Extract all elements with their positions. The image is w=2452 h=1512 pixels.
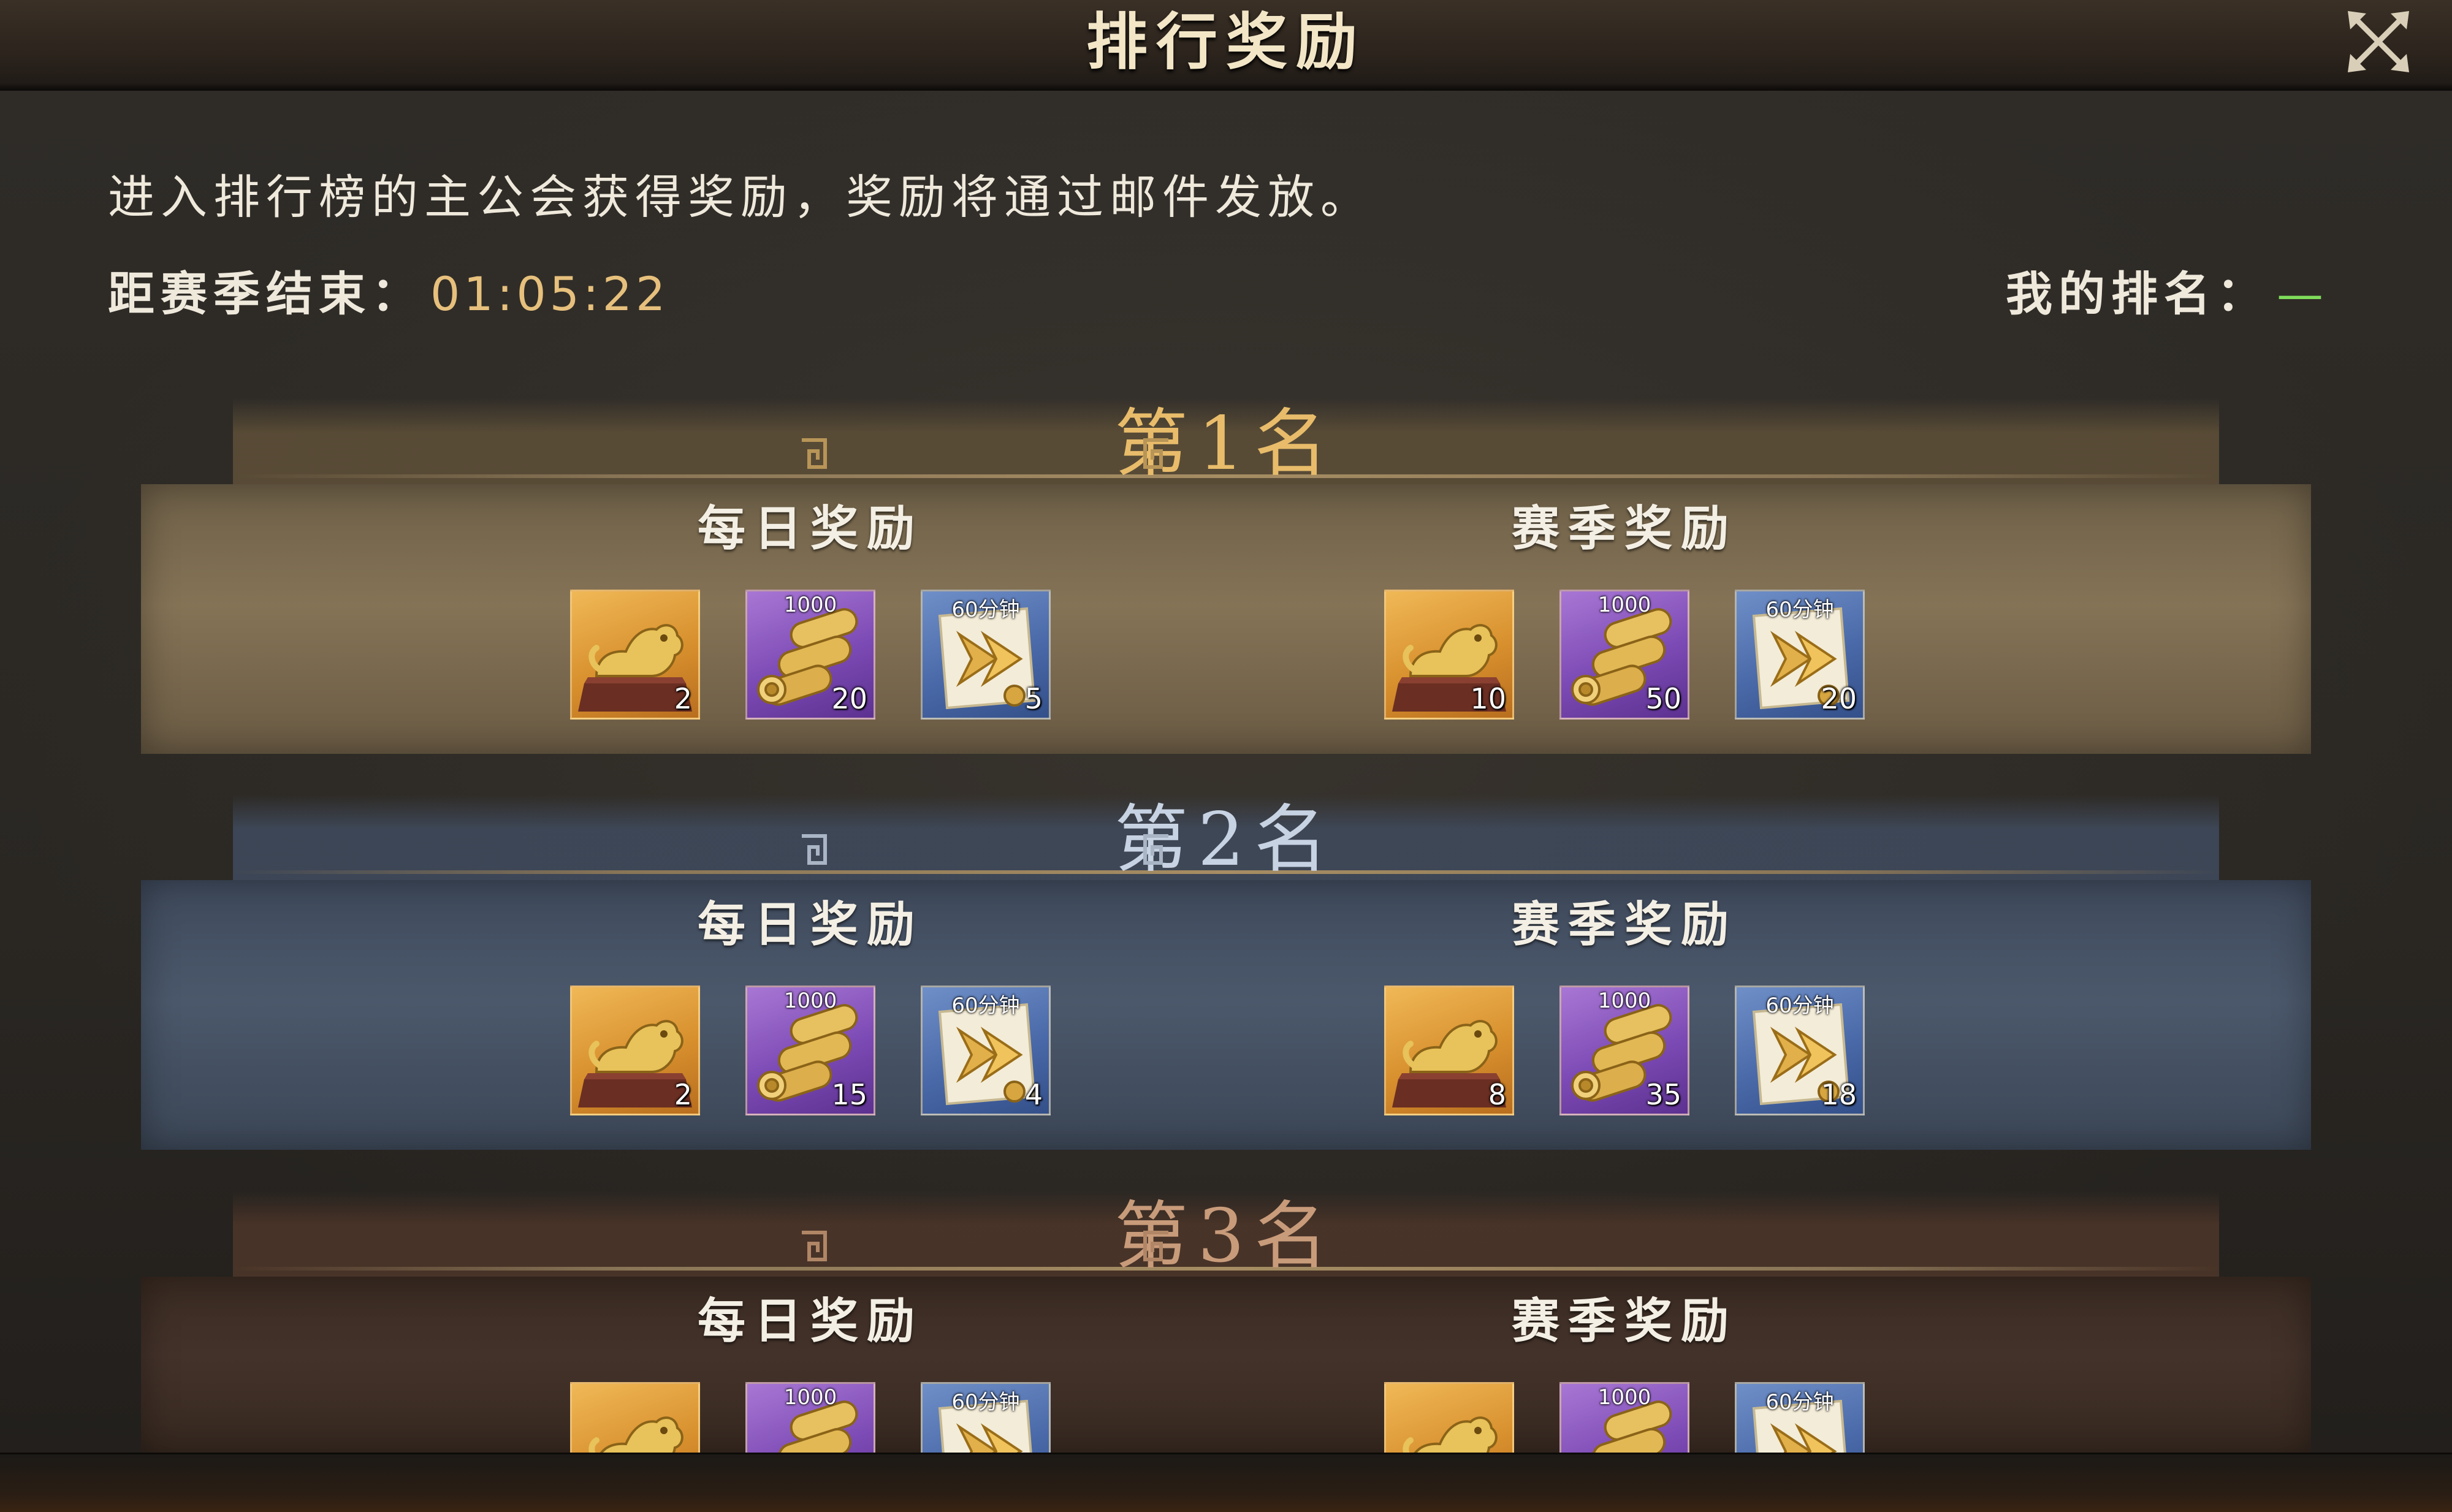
rank-header-3: 第3名 bbox=[233, 1191, 2219, 1279]
item-quantity: 4 bbox=[1024, 1078, 1043, 1111]
item-quantity: 20 bbox=[1821, 682, 1857, 715]
item-quantity: 8 bbox=[1488, 1078, 1506, 1111]
item-tag: 1000 bbox=[1597, 593, 1651, 617]
daily-reward-item[interactable]: 2 bbox=[570, 986, 700, 1115]
season-reward-item[interactable]: 60分钟 18 bbox=[1735, 986, 1865, 1115]
item-quantity: 10 bbox=[1470, 682, 1506, 715]
description-text: 进入排行榜的主公会获得奖励，奖励将通过邮件发放。 bbox=[108, 170, 1373, 224]
daily-reward-item[interactable]: 1000 15 bbox=[745, 986, 875, 1115]
item-tag: 60分钟 bbox=[951, 1390, 1020, 1415]
season-reward-item[interactable]: 1000 35 bbox=[1559, 986, 1689, 1115]
rank-header-2: 第2名 bbox=[233, 794, 2219, 883]
item-quantity: 35 bbox=[1645, 1078, 1681, 1111]
rank-1-rewards: 每日奖励 2 1000 20 60分钟 5 赛季奖励 10 1000 50 60分钟 20 bbox=[141, 484, 2311, 754]
season-rewards-title: 赛季奖励 bbox=[1511, 501, 1737, 557]
item-tag: 60分钟 bbox=[951, 993, 1020, 1018]
season-reward-item[interactable]: 1000 50 bbox=[1559, 590, 1689, 720]
left-ornament-icon bbox=[797, 832, 830, 869]
right-ornament-icon bbox=[1140, 1229, 1173, 1266]
item-tag: 1000 bbox=[1597, 1385, 1651, 1410]
item-tag: 60分钟 bbox=[1765, 993, 1834, 1018]
season-reward-item[interactable]: 8 bbox=[1384, 986, 1514, 1115]
item-tag: 1000 bbox=[783, 989, 837, 1013]
daily-reward-item[interactable]: 1000 20 bbox=[745, 590, 875, 720]
rank-header-1: 第1名 bbox=[233, 398, 2219, 487]
countdown-label: 距赛季结束： bbox=[108, 267, 424, 321]
season-reward-item[interactable]: 10 bbox=[1384, 590, 1514, 720]
rank-label: 第2名 bbox=[1114, 797, 1338, 883]
item-tag: 1000 bbox=[1597, 989, 1651, 1013]
item-quantity: 20 bbox=[831, 682, 867, 715]
page-title: 排行奖励 bbox=[1086, 6, 1366, 78]
left-ornament-icon bbox=[797, 436, 830, 473]
rank-2-rewards: 每日奖励 2 1000 15 60分钟 4 赛季奖励 8 1000 35 60分钟 18 bbox=[141, 880, 2311, 1150]
rank-label: 第3名 bbox=[1114, 1194, 1338, 1279]
season-rewards-title: 赛季奖励 bbox=[1511, 897, 1737, 952]
item-tag: 1000 bbox=[783, 593, 837, 617]
item-tag: 1000 bbox=[783, 1385, 837, 1410]
left-ornament-icon bbox=[797, 1229, 830, 1266]
item-quantity: 15 bbox=[831, 1078, 867, 1111]
item-quantity: 18 bbox=[1821, 1078, 1857, 1111]
daily-rewards-title: 每日奖励 bbox=[697, 1294, 923, 1349]
right-ornament-icon bbox=[1140, 436, 1173, 473]
daily-reward-item[interactable]: 2 bbox=[570, 590, 700, 720]
rank-label: 第1名 bbox=[1114, 401, 1338, 487]
countdown-value: 01:05:22 bbox=[430, 267, 669, 321]
my-rank: 我的排名： — bbox=[2006, 256, 2329, 324]
my-rank-label: 我的排名： bbox=[2006, 267, 2269, 321]
item-quantity: 50 bbox=[1645, 682, 1681, 715]
item-quantity: 2 bbox=[674, 1078, 692, 1111]
title-bar: 排行奖励 bbox=[0, 0, 2452, 91]
daily-rewards-title: 每日奖励 bbox=[697, 897, 923, 952]
item-tag: 60分钟 bbox=[1765, 1390, 1834, 1415]
item-tag: 60分钟 bbox=[1765, 598, 1834, 622]
item-quantity: 2 bbox=[674, 682, 692, 715]
close-button[interactable] bbox=[2342, 5, 2415, 78]
daily-rewards-title: 每日奖励 bbox=[697, 501, 923, 557]
season-reward-item[interactable]: 60分钟 20 bbox=[1735, 590, 1865, 720]
daily-reward-item[interactable]: 60分钟 5 bbox=[921, 590, 1051, 720]
rank-3-rewards: 每日奖励 1000 60分钟 赛季奖励 1000 60分钟 bbox=[141, 1277, 2311, 1512]
season-rewards-title: 赛季奖励 bbox=[1511, 1294, 1737, 1349]
right-ornament-icon bbox=[1140, 832, 1173, 869]
daily-reward-item[interactable]: 60分钟 4 bbox=[921, 986, 1051, 1115]
close-icon[interactable] bbox=[2342, 5, 2415, 78]
my-rank-value: — bbox=[2277, 267, 2329, 321]
item-tag: 60分钟 bbox=[951, 598, 1020, 622]
bottom-edge bbox=[0, 1453, 2452, 1512]
season-countdown: 距赛季结束： 01:05:22 bbox=[108, 256, 669, 324]
item-quantity: 5 bbox=[1024, 682, 1043, 715]
